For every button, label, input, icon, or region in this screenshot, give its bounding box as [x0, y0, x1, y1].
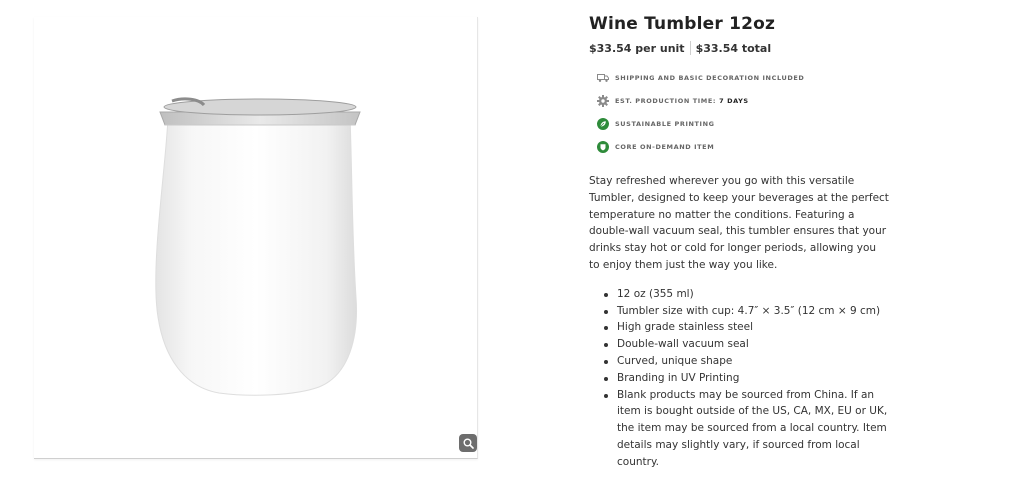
magnifier-icon: [463, 438, 474, 449]
product-title: Wine Tumbler 12oz: [589, 14, 776, 34]
product-info: Wine Tumbler 12oz $33.54 per unit $33.54…: [589, 14, 899, 471]
gear-icon: [597, 94, 609, 107]
feature-value: 7 DAYS: [719, 96, 749, 105]
list-item: Double-wall vacuum seal: [604, 336, 889, 353]
feature-shipping: SHIPPING AND BASIC DECORATION INCLUDED: [597, 66, 899, 89]
product-description: Stay refreshed wherever you go with this…: [589, 175, 889, 271]
list-item: 12 oz (355 ml): [604, 286, 889, 303]
spec-list: 12 oz (355 ml) Tumbler size with cup: 4.…: [589, 286, 889, 471]
shield-icon: [597, 140, 609, 153]
feature-label: EST. PRODUCTION TIME:: [615, 96, 717, 105]
truck-icon: [597, 72, 609, 84]
list-item: Curved, unique shape: [604, 353, 889, 370]
price-divider: [689, 41, 691, 55]
tumbler-product-image: [155, 97, 361, 396]
zoom-button[interactable]: [459, 434, 477, 452]
feature-sustainable: SUSTAINABLE PRINTING: [597, 112, 899, 135]
feature-label: SHIPPING AND BASIC DECORATION INCLUDED: [615, 73, 805, 82]
list-item: Branding in UV Printing: [604, 370, 889, 387]
feature-list: SHIPPING AND BASIC DECORATION INCLUDED E…: [597, 66, 899, 158]
price-row: $33.54 per unit $33.54 total: [589, 41, 899, 55]
price-total: $33.54 total: [695, 41, 772, 55]
price-per-unit: $33.54 per unit: [589, 41, 685, 55]
list-item: Blank products may be sourced from China…: [604, 387, 889, 471]
feature-core-item: CORE ON-DEMAND ITEM: [597, 135, 899, 158]
feature-label: CORE ON-DEMAND ITEM: [615, 142, 715, 151]
product-image-panel: [34, 17, 478, 459]
feature-production-time: EST. PRODUCTION TIME: 7 DAYS: [597, 89, 899, 112]
leaf-icon: [597, 117, 609, 130]
list-item: High grade stainless steel: [604, 319, 889, 336]
feature-label: SUSTAINABLE PRINTING: [615, 119, 715, 128]
list-item: Tumbler size with cup: 4.7″ × 3.5″ (12 c…: [604, 303, 889, 320]
